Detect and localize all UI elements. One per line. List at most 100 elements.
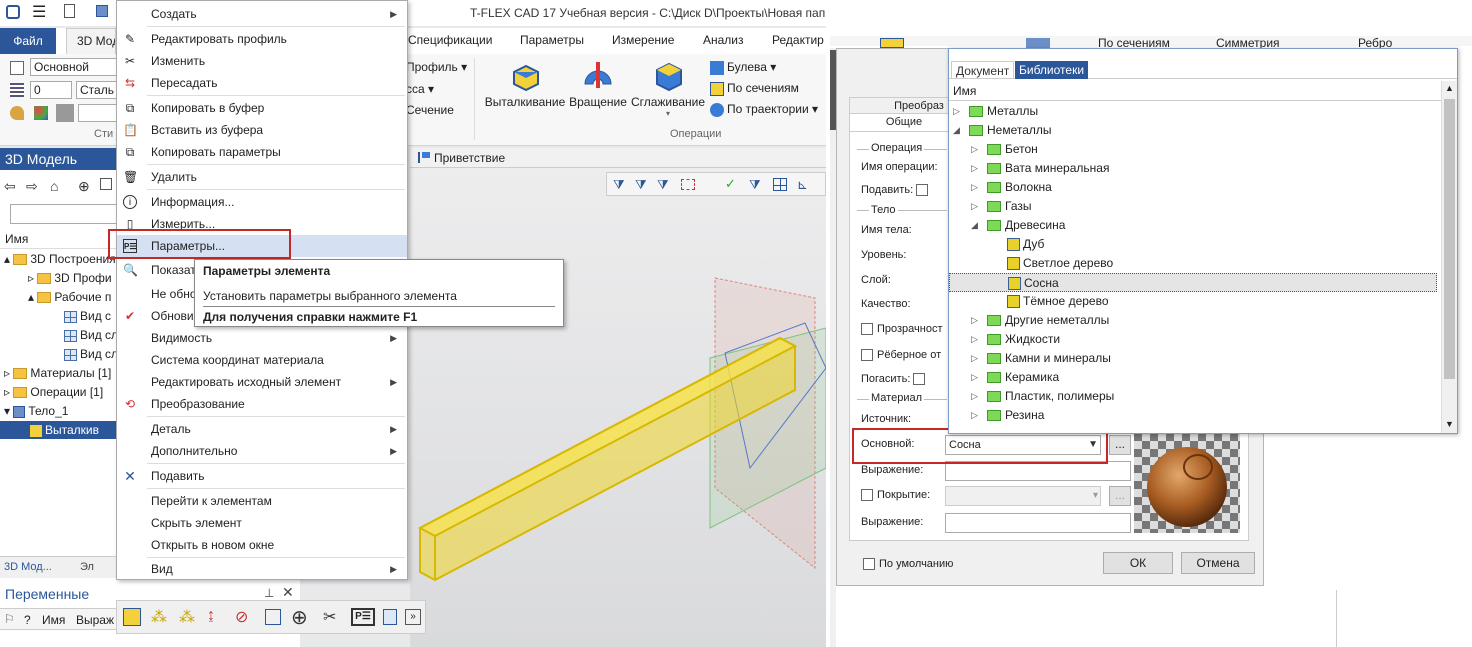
- library-scrollbar[interactable]: ▲ ▼: [1441, 81, 1457, 433]
- default-checkbox[interactable]: [863, 558, 875, 571]
- coating-browse-button[interactable]: ...: [1109, 486, 1131, 506]
- lib-item[interactable]: ▷ Другие неметаллы: [949, 311, 1437, 330]
- tree-item[interactable]: ▹ 3D Профи: [28, 269, 112, 287]
- tab-parameters[interactable]: Параметры: [520, 33, 584, 47]
- section-button[interactable]: Сечение: [406, 103, 454, 117]
- tree-item[interactable]: Вид с: [64, 307, 111, 325]
- default-option[interactable]: По умолчанию: [863, 558, 953, 571]
- menu-item-visibility[interactable]: Видимость ▶: [117, 327, 407, 349]
- menu-item-modify[interactable]: ✂ Изменить: [117, 50, 407, 72]
- tab-3d-model-panel[interactable]: 3D Мод...: [4, 561, 52, 573]
- tab-analysis[interactable]: Анализ: [703, 33, 744, 47]
- expression-input[interactable]: [945, 461, 1131, 481]
- close-icon[interactable]: ✕: [282, 584, 294, 601]
- home-icon[interactable]: ⌂: [50, 178, 58, 194]
- tree-item[interactable]: ▴ 3D Построения: [4, 250, 116, 268]
- menu-item-edit-source[interactable]: Редактировать исходный элемент ▶: [117, 371, 407, 393]
- hide-checkbox[interactable]: [913, 373, 926, 386]
- lib-item[interactable]: ▷ Волокна: [949, 178, 1437, 197]
- menu-item-suppress[interactable]: ✕ Подавить: [117, 465, 407, 487]
- style-combo[interactable]: Основной: [30, 58, 120, 76]
- menu-item-paste[interactable]: 📋 Вставить из буфера: [117, 119, 407, 141]
- sweep-button[interactable]: По траектории ▾: [710, 102, 818, 117]
- tree-item[interactable]: Вид сл: [64, 326, 118, 344]
- lib-item[interactable]: ▷ Резина: [949, 406, 1437, 425]
- coating-option[interactable]: Покрытие:: [861, 489, 930, 502]
- tab-3d-model[interactable]: 3D Модель: [66, 28, 116, 54]
- tree-item[interactable]: ▾ Тело_1: [4, 402, 68, 420]
- ok-button[interactable]: ОК: [1103, 552, 1173, 574]
- pattern2-icon[interactable]: ⁂: [179, 607, 195, 627]
- revolve-button[interactable]: Вращение: [568, 58, 628, 109]
- cancel-button[interactable]: Отмена: [1181, 552, 1255, 574]
- menu-item-detail[interactable]: Деталь ▶: [117, 418, 407, 440]
- lib-item[interactable]: ▷ Керамика: [949, 368, 1437, 387]
- solid-icon[interactable]: [123, 608, 141, 626]
- lib-item[interactable]: Дуб: [949, 235, 1437, 254]
- tab-file[interactable]: Файл: [0, 28, 56, 54]
- lib-item[interactable]: ▷ Пластик, полимеры: [949, 387, 1437, 406]
- suppress-label[interactable]: Подавить:: [861, 184, 932, 197]
- menu-icon[interactable]: ☰: [32, 2, 46, 22]
- menu-item-reassign[interactable]: ⇆ Пересадать: [117, 72, 407, 94]
- material-browse-button[interactable]: ...: [1109, 435, 1131, 455]
- menu-item-copy[interactable]: ⧉ Копировать в буфер: [117, 97, 407, 119]
- lib-item[interactable]: ▷ Газы: [949, 197, 1437, 216]
- extra-combo[interactable]: [78, 104, 120, 122]
- lib-item[interactable]: Тёмное дерево: [949, 292, 1437, 311]
- rib-checkbox[interactable]: [861, 349, 873, 362]
- tab-document[interactable]: Документ: [951, 61, 1015, 79]
- scroll-down-icon[interactable]: ▼: [1445, 419, 1454, 429]
- lib-item-selected[interactable]: Сосна: [949, 273, 1437, 292]
- lib-item[interactable]: ▷ Бетон: [949, 140, 1437, 159]
- panel-icon[interactable]: [383, 609, 397, 625]
- scissors-icon[interactable]: ✂: [323, 607, 336, 627]
- menu-item-go-to[interactable]: Перейти к элементам: [117, 490, 407, 512]
- menu-item-material-cs[interactable]: Система координат материала: [117, 349, 407, 371]
- menu-item-edit-profile[interactable]: ✎ Редактировать профиль: [117, 28, 407, 50]
- menu-item-hide[interactable]: Скрыть элемент: [117, 512, 407, 534]
- boolean-button[interactable]: Булева ▾: [710, 60, 776, 75]
- tab-edit[interactable]: Редактир: [772, 33, 824, 47]
- hide-icon[interactable]: ⊘: [235, 607, 248, 627]
- col-name[interactable]: Имя: [42, 613, 65, 627]
- tab-general[interactable]: Общие: [849, 113, 959, 131]
- pin-icon[interactable]: ⊥: [264, 586, 274, 600]
- cube-icon[interactable]: [96, 5, 108, 17]
- menu-item-open-new[interactable]: Открыть в новом окне: [117, 534, 407, 556]
- scroll-up-icon[interactable]: ▲: [1445, 83, 1454, 93]
- menu-item-view[interactable]: Вид ▶: [117, 558, 407, 580]
- tab-libraries[interactable]: Библиотеки: [1015, 61, 1089, 79]
- crosshair-icon[interactable]: ⊕: [291, 605, 308, 630]
- menu-item-info[interactable]: i Информация...: [117, 191, 407, 213]
- paint-icon[interactable]: [10, 106, 24, 120]
- menu-item-create[interactable]: Создать ▶: [117, 3, 407, 25]
- tree-item[interactable]: ▹ Операции [1]: [4, 383, 103, 401]
- target-icon[interactable]: ⊕: [78, 178, 90, 195]
- lib-item[interactable]: ▷ Вата минеральная: [949, 159, 1437, 178]
- menu-item-copy-params[interactable]: ⧉ Копировать параметры: [117, 141, 407, 163]
- layer-combo[interactable]: 0: [30, 81, 72, 99]
- tab-measure[interactable]: Измерение: [612, 33, 674, 47]
- menu-item-delete[interactable]: 🗑 Удалить: [117, 166, 407, 188]
- mass-button[interactable]: сса ▾: [406, 82, 434, 96]
- menu-item-transform[interactable]: ⟲ Преобразование: [117, 393, 407, 415]
- lib-item[interactable]: ▷ Металлы: [949, 102, 1437, 121]
- extrude-button[interactable]: Выталкивание: [484, 58, 566, 109]
- new-file-icon[interactable]: [64, 4, 75, 18]
- coating-select[interactable]: ▾: [945, 486, 1101, 506]
- lib-item[interactable]: ▷ Камни и минералы: [949, 349, 1437, 368]
- rib-option[interactable]: Рёберное от: [861, 349, 941, 362]
- dimension-icon[interactable]: ↨: [207, 607, 215, 625]
- tree-item[interactable]: ▴ Рабочие п: [28, 288, 111, 306]
- box-icon[interactable]: [265, 609, 281, 625]
- smooth-dropdown-icon[interactable]: ▾: [630, 109, 706, 118]
- transparency-checkbox[interactable]: [861, 323, 873, 336]
- transparency-option[interactable]: Прозрачност: [861, 323, 943, 336]
- tab-specifications[interactable]: Спецификации: [408, 33, 492, 47]
- menu-item-additional[interactable]: Дополнительно ▶: [117, 440, 407, 462]
- tree-item-selected[interactable]: Выталкив: [0, 421, 118, 439]
- lib-item[interactable]: Светлое дерево: [949, 254, 1437, 273]
- smooth-button[interactable]: Сглаживание ▾: [630, 58, 706, 118]
- suppress-checkbox[interactable]: [916, 184, 929, 197]
